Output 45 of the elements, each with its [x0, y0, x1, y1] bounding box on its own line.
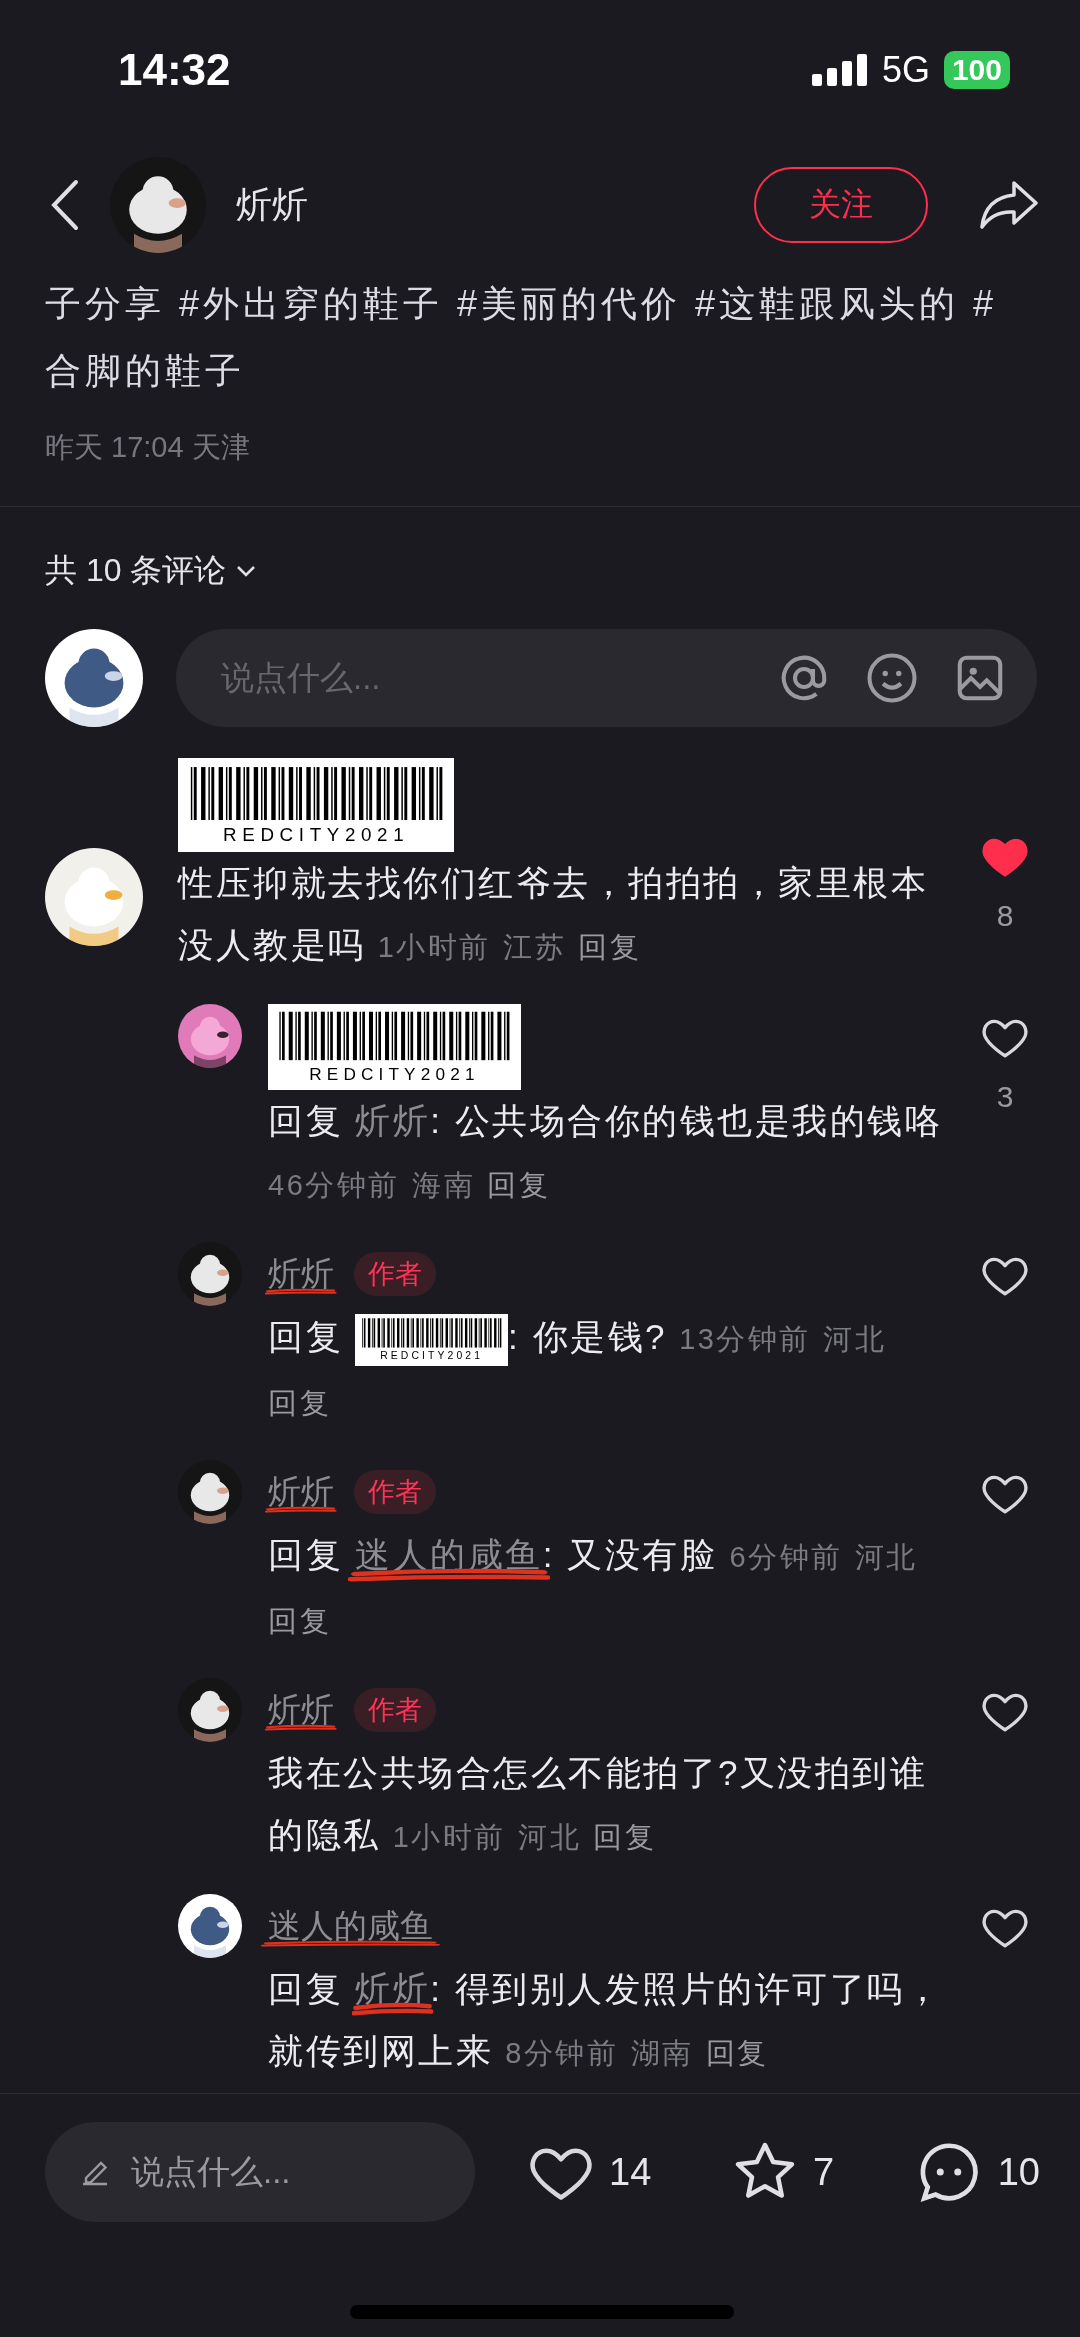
barcode-sticker: REDCITY2021	[178, 758, 455, 852]
collect-count: 7	[812, 2150, 835, 2194]
reply-link[interactable]: 回复	[578, 931, 642, 963]
comment-total: 10	[997, 2150, 1040, 2194]
comment-text: 回复 REDCITY2021 : 你是钱? 13分钟前 河北 回复	[268, 1306, 944, 1434]
share-icon[interactable]	[978, 179, 1040, 231]
comment-input[interactable]: 说点什么...	[45, 2122, 475, 2222]
status-time: 14:32	[118, 45, 231, 95]
chevron-down-icon[interactable]	[236, 565, 257, 577]
battery-level: 100	[943, 51, 1010, 89]
emoji-icon[interactable]	[865, 651, 919, 705]
barcode-sticker: REDCITY2021	[268, 1004, 521, 1090]
comment-text: 回复 迷人的咸鱼: 又没有脸 6分钟前 河北 回复	[268, 1534, 919, 1639]
comment-text: 我在公共场合怎么不能拍了?又没拍到谁的隐私 1小时前 河北 回复	[268, 1752, 929, 1856]
author-name[interactable]: 炘炘	[236, 180, 724, 230]
comment-text: 性压抑就去找你们红爷去，拍拍拍，家里根本没人教是吗 1小时前 江苏 回复	[178, 862, 929, 966]
reply-link[interactable]: 回复	[268, 1387, 331, 1419]
reply-link[interactable]: 回复	[268, 1605, 331, 1637]
like-count: 3	[996, 1080, 1014, 1114]
username[interactable]: 炘炘	[268, 1690, 334, 1728]
comment-text: 回复 炘炘: 得到别人发照片的许可了吗，就传到网上来 8分钟前 湖南 回复	[268, 1968, 944, 2072]
like-count: 14	[609, 2150, 652, 2194]
post-caption: 子分享 #外出穿的鞋子 #美丽的代价 #这鞋跟风头的 #合脚的鞋子	[45, 283, 998, 391]
network-label: 5G	[881, 49, 930, 91]
author-badge: 作者	[354, 1470, 436, 1514]
comment-count[interactable]: 共 10 条评论	[45, 549, 227, 593]
barcode-sticker: REDCITY2021	[355, 1313, 509, 1366]
username[interactable]: 炘炘	[355, 1101, 431, 1140]
username[interactable]: 炘炘	[355, 1969, 431, 2008]
username[interactable]: 迷人的咸鱼	[268, 1906, 433, 1944]
username[interactable]: 炘炘	[268, 1472, 334, 1510]
author-badge: 作者	[354, 1688, 436, 1732]
post-location: 天津	[191, 431, 250, 463]
reply-link[interactable]: 回复	[487, 1169, 551, 1201]
comment-text: 回复 炘炘: 公共场合你的钱也是我的钱咯 46分钟前 海南 回复	[268, 1100, 944, 1203]
like-count: 8	[996, 899, 1014, 933]
username[interactable]: 迷人的咸鱼	[355, 1535, 543, 1574]
reply-link[interactable]: 回复	[705, 2037, 769, 2069]
username[interactable]: 炘炘	[268, 1254, 334, 1292]
post-date: 昨天 17:04	[45, 431, 184, 463]
signal-icon	[811, 54, 868, 86]
back-icon[interactable]	[50, 179, 80, 231]
follow-button[interactable]: 关注	[754, 167, 928, 243]
author-badge: 作者	[354, 1252, 436, 1296]
reply-link[interactable]: 回复	[593, 1821, 657, 1853]
